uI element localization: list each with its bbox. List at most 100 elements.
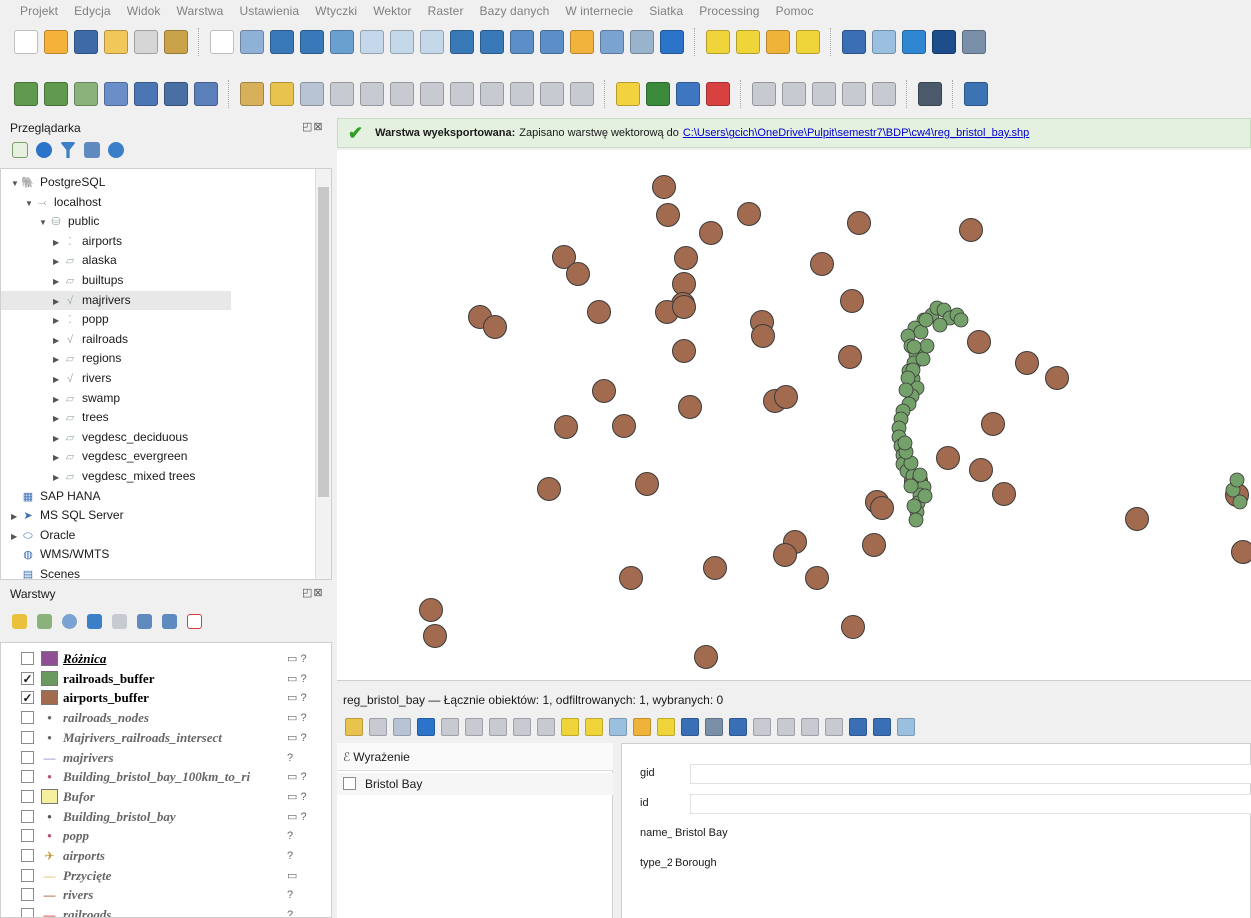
add-raster-layer-icon[interactable] xyxy=(44,82,68,106)
airport-buffer-feature[interactable] xyxy=(1045,366,1069,390)
layer-item[interactable]: — rivers ? xyxy=(1,885,331,905)
refresh-icon[interactable] xyxy=(660,30,684,54)
add-vector-layer-icon[interactable] xyxy=(14,82,38,106)
layer-status-icons[interactable]: ▭ ? xyxy=(287,708,307,728)
field-value-input[interactable]: Borough xyxy=(672,854,1234,874)
layer-styling-icon[interactable] xyxy=(12,614,27,629)
airport-buffer-feature[interactable] xyxy=(672,339,696,363)
select-by-value-icon[interactable] xyxy=(736,30,760,54)
visibility-icon[interactable] xyxy=(62,614,77,629)
airport-buffer-feature[interactable] xyxy=(1231,540,1251,564)
attribute-tool-icon[interactable] xyxy=(489,718,507,736)
chevron-right-icon[interactable]: ▶ xyxy=(53,370,63,389)
save-edits-icon[interactable] xyxy=(300,82,324,106)
browser-item[interactable]: ◍ WMS/WMTS xyxy=(1,545,313,564)
browser-item[interactable]: ▼ ⛁ public xyxy=(1,212,313,231)
attribute-tool-icon[interactable] xyxy=(561,718,579,736)
browser-item[interactable]: ▶ ▱ vegdesc_mixed trees xyxy=(1,467,313,486)
layer-visibility-checkbox[interactable] xyxy=(21,789,34,803)
airport-buffer-feature[interactable] xyxy=(805,566,829,590)
delete-selected-icon[interactable] xyxy=(420,82,444,106)
attribute-tool-icon[interactable] xyxy=(729,718,747,736)
railroad-buffer-feature[interactable] xyxy=(1229,472,1245,488)
menu-item[interactable]: Projekt xyxy=(20,4,58,18)
filter-legend-icon[interactable] xyxy=(87,614,102,629)
airport-buffer-feature[interactable] xyxy=(483,315,507,339)
modify-attributes-icon[interactable] xyxy=(390,82,414,106)
feature-row[interactable]: Bristol Bay xyxy=(337,773,613,795)
layer-item[interactable]: ✓ railroads_buffer ▭ ? xyxy=(1,669,331,689)
map-canvas[interactable] xyxy=(337,150,1251,680)
railroad-buffer-feature[interactable] xyxy=(917,488,933,504)
airport-buffer-feature[interactable] xyxy=(841,615,865,639)
expand-all-icon[interactable] xyxy=(137,614,152,629)
airport-buffer-feature[interactable] xyxy=(656,203,680,227)
attribute-tool-icon[interactable] xyxy=(753,718,771,736)
chevron-right-icon[interactable]: ▶ xyxy=(53,311,63,330)
digitize-line-icon[interactable] xyxy=(330,82,354,106)
layer-visibility-checkbox[interactable] xyxy=(21,868,34,882)
move-label-icon[interactable] xyxy=(752,82,776,106)
filter-icon[interactable] xyxy=(60,142,76,158)
browser-item[interactable]: ▶ ▱ vegdesc_deciduous xyxy=(1,428,313,447)
filter-expression-icon[interactable] xyxy=(112,614,127,629)
rotate-label-icon[interactable] xyxy=(782,82,806,106)
layer-status-icons[interactable]: ? xyxy=(287,846,293,866)
airport-buffer-feature[interactable] xyxy=(678,395,702,419)
zoom-selection-icon[interactable] xyxy=(360,30,384,54)
railroad-buffer-feature[interactable] xyxy=(932,317,948,333)
menu-item[interactable]: W internecie xyxy=(565,4,633,18)
select-features-icon[interactable] xyxy=(706,30,730,54)
layer-item[interactable]: ✓ airports_buffer ▭ ? xyxy=(1,688,331,708)
attribute-tool-icon[interactable] xyxy=(633,718,651,736)
attribute-tool-icon[interactable] xyxy=(705,718,723,736)
feature-checkbox[interactable] xyxy=(343,777,356,790)
open-attribute-table-icon[interactable] xyxy=(872,30,896,54)
zoom-out-icon[interactable] xyxy=(300,30,324,54)
layout-manager-icon[interactable] xyxy=(164,30,188,54)
statistics-icon[interactable] xyxy=(932,30,956,54)
layer-status-icons[interactable]: ▭ ? xyxy=(287,767,307,787)
browser-panel-buttons[interactable]: ◰⊠ xyxy=(302,120,324,133)
layer-visibility-checkbox[interactable] xyxy=(21,908,34,917)
menu-item[interactable]: Pomoc xyxy=(776,4,814,18)
zoom-in-icon[interactable] xyxy=(270,30,294,54)
browser-item[interactable]: ▶ ⁚ airports xyxy=(1,232,313,251)
chevron-right-icon[interactable]: ▶ xyxy=(53,272,63,291)
layer-labeling-icon[interactable] xyxy=(646,82,670,106)
temporal-controller-icon[interactable] xyxy=(630,30,654,54)
layer-item[interactable]: ✈ airports ? xyxy=(1,846,331,866)
attribute-tool-icon[interactable] xyxy=(849,718,867,736)
zoom-full-icon[interactable] xyxy=(330,30,354,54)
browser-item[interactable]: ▶ ⁚ popp xyxy=(1,310,313,329)
identify-icon[interactable] xyxy=(842,30,866,54)
menu-item[interactable]: Siatka xyxy=(649,4,683,18)
layer-visibility-checkbox[interactable] xyxy=(21,730,34,744)
airport-buffer-feature[interactable] xyxy=(423,624,447,648)
add-spatialite-icon[interactable] xyxy=(104,82,128,106)
railroad-buffer-feature[interactable] xyxy=(903,478,919,494)
layer-visibility-checkbox[interactable] xyxy=(21,750,34,764)
menu-item[interactable]: Warstwa xyxy=(177,4,224,18)
railroad-buffer-feature[interactable] xyxy=(919,338,935,354)
airport-buffer-feature[interactable] xyxy=(1125,507,1149,531)
layer-status-icons[interactable]: ? xyxy=(287,885,293,905)
layer-item[interactable]: ● railroads_nodes ▭ ? xyxy=(1,708,331,728)
airport-buffer-feature[interactable] xyxy=(1015,351,1039,375)
railroad-buffer-feature[interactable] xyxy=(1232,494,1248,510)
airport-buffer-feature[interactable] xyxy=(554,415,578,439)
new-map-view-icon[interactable] xyxy=(510,30,534,54)
attribute-tool-icon[interactable] xyxy=(393,718,411,736)
layer-item[interactable]: — railroads ? xyxy=(1,905,331,917)
menu-item[interactable]: Ustawienia xyxy=(239,4,299,18)
undo-icon[interactable] xyxy=(540,82,564,106)
airport-buffer-feature[interactable] xyxy=(737,202,761,226)
layer-status-icons[interactable]: ▭ ? xyxy=(287,688,307,708)
zoom-layer-icon[interactable] xyxy=(390,30,414,54)
menu-item[interactable]: Edycja xyxy=(74,4,111,18)
airport-buffer-feature[interactable] xyxy=(862,533,886,557)
chevron-down-icon[interactable]: ▼ xyxy=(25,194,35,213)
browser-item[interactable]: ▶ √ majrivers xyxy=(1,290,231,310)
browser-scrollbar[interactable] xyxy=(315,169,331,579)
chevron-down-icon[interactable]: ▼ xyxy=(11,174,21,193)
